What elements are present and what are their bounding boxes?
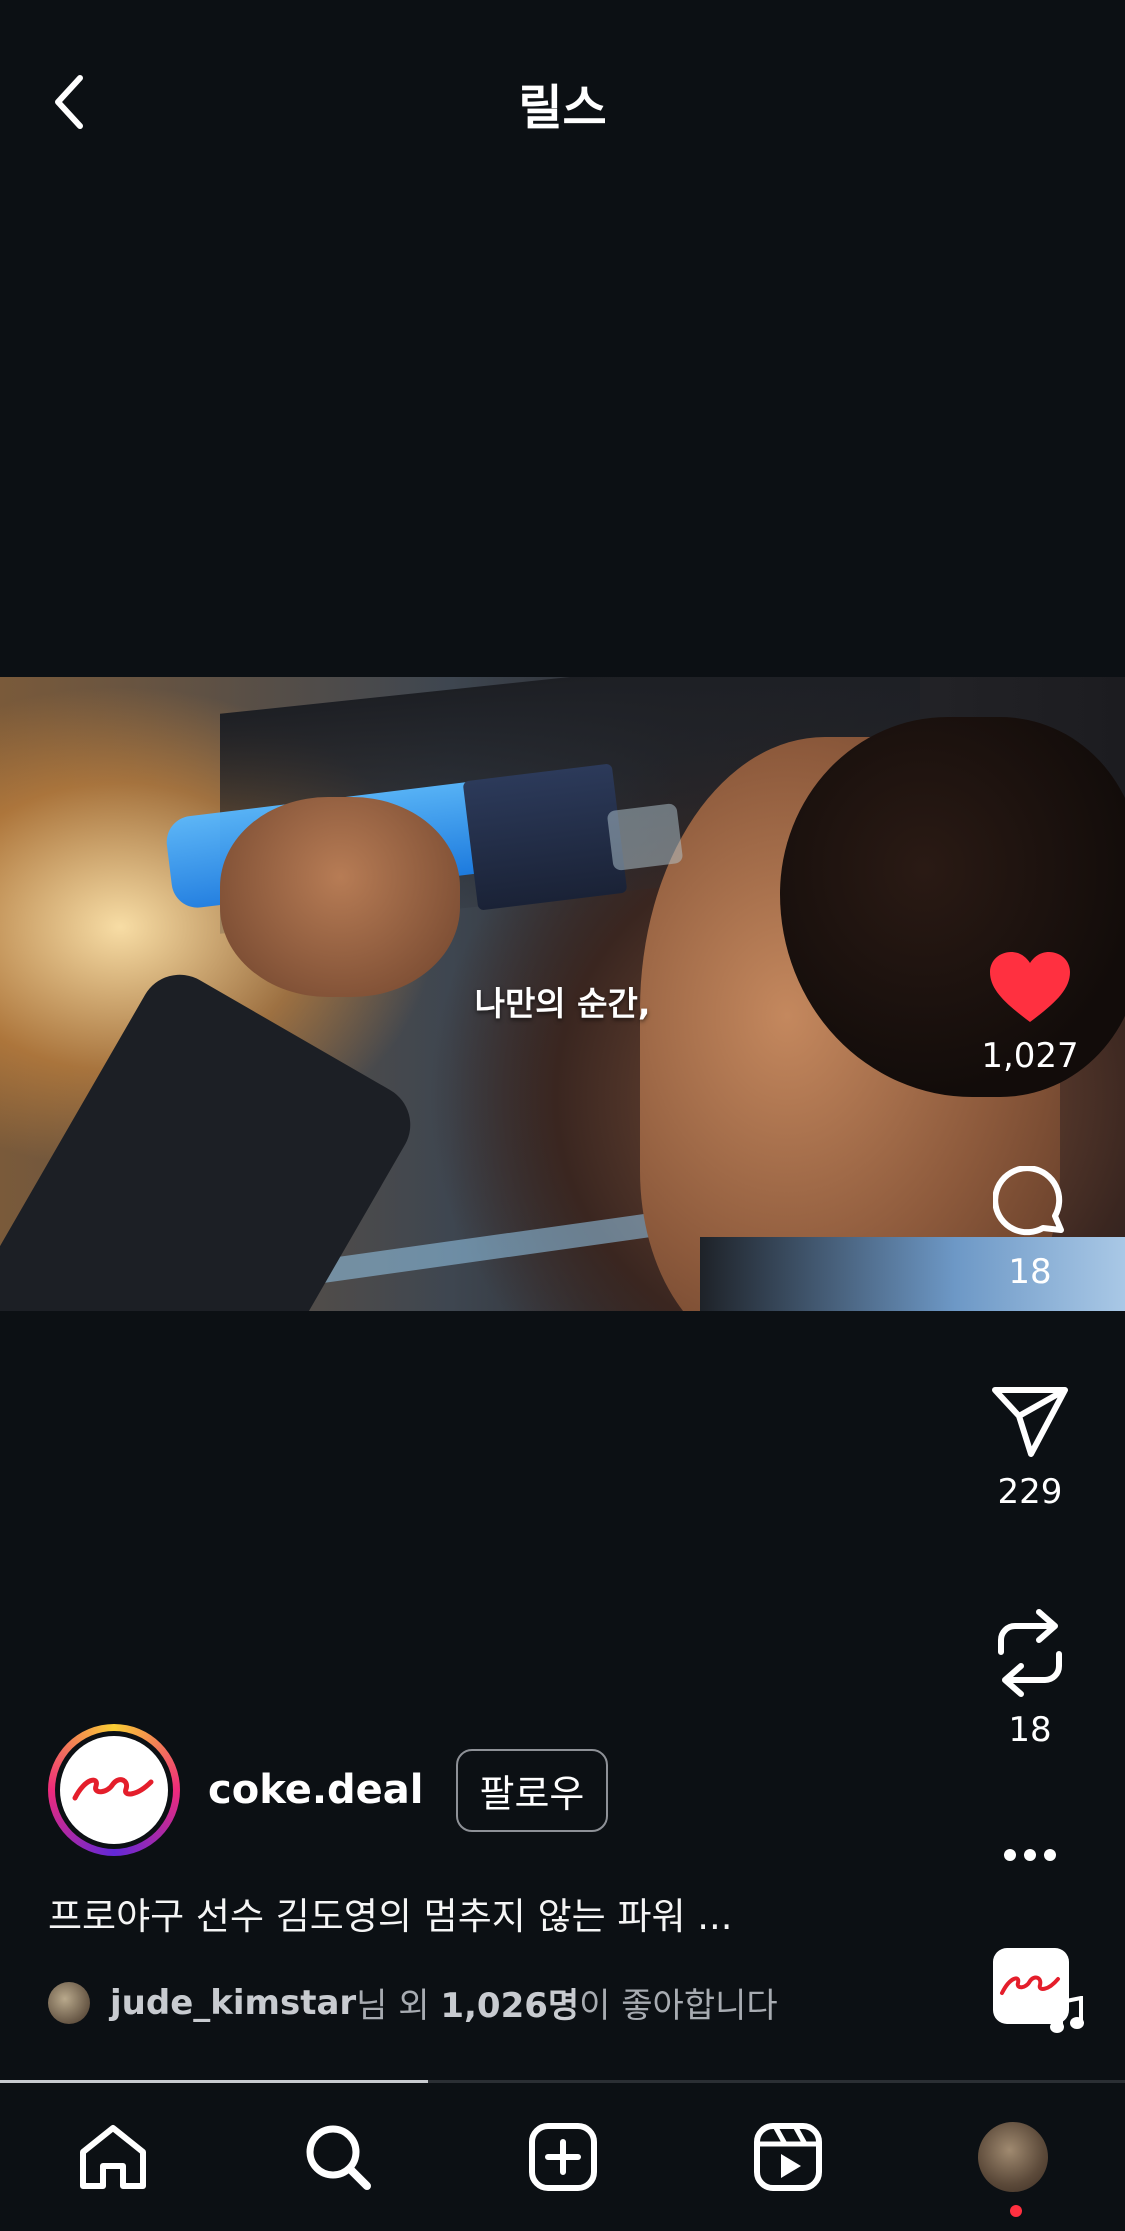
comment-count: 18 bbox=[1008, 1252, 1052, 1292]
music-note-icon bbox=[1050, 1996, 1084, 2033]
create-post-icon bbox=[528, 2123, 597, 2191]
repost-icon bbox=[998, 1609, 1062, 1697]
post-caption[interactable]: 프로야구 선수 김도영의 멈추지 않는 파워 ... bbox=[48, 1886, 733, 1940]
coca-cola-logo-icon bbox=[60, 1736, 168, 1844]
author-avatar[interactable] bbox=[48, 1724, 180, 1856]
author-username[interactable]: coke.deal bbox=[208, 1767, 424, 1813]
likes-count: 1,026명 bbox=[440, 1986, 580, 2026]
player-hand bbox=[220, 797, 460, 997]
nav-create[interactable] bbox=[503, 2097, 623, 2217]
bottle-neck bbox=[606, 802, 684, 872]
share-count: 229 bbox=[997, 1472, 1063, 1512]
liker-avatar bbox=[48, 1981, 90, 2024]
home-icon bbox=[79, 2125, 146, 2189]
nav-search[interactable] bbox=[278, 2097, 398, 2217]
share-button[interactable]: 229 bbox=[935, 1386, 1125, 1512]
like-button[interactable]: 1,027 bbox=[935, 950, 1125, 1076]
action-rail: 1,027 18 229 18 bbox=[935, 0, 1125, 2231]
likes-summary[interactable]: jude_kimstar 님 외 1,026명 이 좋아합니다 bbox=[48, 1978, 778, 2027]
nav-profile[interactable] bbox=[953, 2097, 1073, 2217]
nav-home[interactable] bbox=[53, 2097, 173, 2217]
comment-button[interactable]: 18 bbox=[935, 1166, 1125, 1292]
repost-count: 18 bbox=[1008, 1710, 1052, 1750]
paper-plane-icon bbox=[992, 1387, 1068, 1457]
bottom-nav bbox=[0, 2083, 1125, 2231]
comment-bubble-icon bbox=[993, 1166, 1064, 1236]
repost-button[interactable]: 18 bbox=[935, 1608, 1125, 1750]
author-row: coke.deal 팔로우 bbox=[48, 1724, 609, 1856]
search-icon bbox=[306, 2125, 371, 2190]
heart-filled-icon bbox=[990, 952, 1070, 1022]
more-horizontal-icon bbox=[1004, 1849, 1056, 1861]
nav-reels[interactable] bbox=[728, 2097, 848, 2217]
reels-icon bbox=[753, 2123, 822, 2191]
bottle-label bbox=[462, 763, 628, 911]
profile-avatar bbox=[977, 2122, 1048, 2192]
notification-dot bbox=[1009, 2205, 1022, 2217]
like-count: 1,027 bbox=[981, 1036, 1079, 1076]
more-options-button[interactable] bbox=[935, 1835, 1125, 1875]
audio-button[interactable] bbox=[993, 1948, 1084, 2038]
follow-button[interactable]: 팔로우 bbox=[455, 1748, 609, 1832]
liker-username[interactable]: jude_kimstar bbox=[110, 1983, 356, 2023]
likes-suffix: 이 좋아합니다 bbox=[579, 1986, 778, 2026]
likes-mid-text: 님 외 bbox=[356, 1986, 441, 2026]
